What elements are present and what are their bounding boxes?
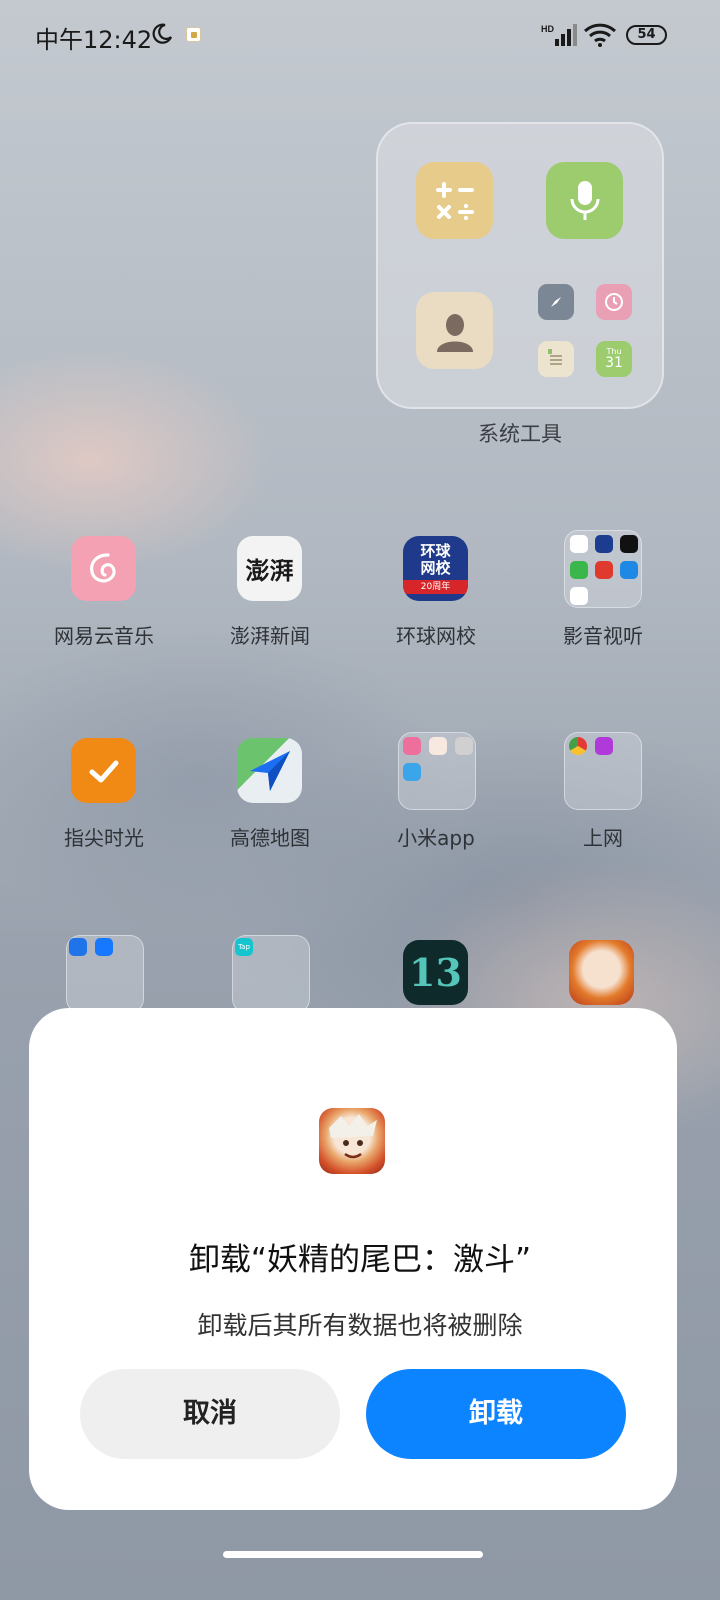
app-label: 网易云音乐 [54,624,154,648]
taptap-app-icon: Tap [235,938,253,956]
contacts-icon[interactable] [416,292,493,369]
folder-internet[interactable] [564,732,642,810]
zhijian-shiguang-app-icon[interactable] [71,738,136,803]
do-not-disturb-moon-icon [152,23,173,44]
folder-row3-2[interactable]: Tap [232,935,310,1013]
app-label: 指尖时光 [64,826,144,850]
blue-bird-app-icon [69,938,87,956]
thepaper-app-icon[interactable]: 澎湃 [237,536,302,601]
pink-app-icon [403,737,421,755]
cancel-button[interactable]: 取消 [80,1369,340,1459]
plus-app-icon [620,535,638,553]
game-13-app-icon[interactable]: 13 [403,940,468,1005]
hqwx-logo-text-mid: 网校 [420,559,451,577]
red-app-icon [595,561,613,579]
app-label: 高德地图 [230,826,310,850]
calculator-icon[interactable] [416,162,493,239]
notes-icon[interactable] [538,341,574,377]
recorder-icon[interactable] [546,162,623,239]
calendar-date-label: 31 [605,355,623,371]
hqwx-app-icon[interactable]: 环球 网校 20周年 [403,536,468,601]
folder-row3-1[interactable] [66,935,144,1013]
game-13-logo: 13 [409,950,462,995]
folder-media[interactable] [564,530,642,608]
hqwx-anniversary-badge: 20周年 [403,580,468,594]
netease-music-app-icon[interactable] [71,536,136,601]
home-gesture-bar[interactable] [223,1551,483,1558]
battery-indicator: 54 [626,25,667,45]
mi-app-icon [429,737,447,755]
blue-m-app-icon [95,938,113,956]
fairy-tail-app-icon [319,1108,385,1174]
gray-app-icon [455,737,473,755]
notification-app-icon [186,27,201,42]
douban-app-icon [570,561,588,579]
blue-app-icon [595,535,613,553]
app-label: 环球网校 [396,624,476,648]
green-app-icon [570,587,588,605]
app-label: 澎湃新闻 [230,624,310,648]
calendar-icon[interactable]: Thu 31 [596,341,632,377]
status-time: 中午12:42 [35,26,153,54]
folder-label: 影音视听 [563,624,643,648]
uninstall-button[interactable]: 卸载 [366,1369,626,1459]
folder-xiaomi-apps[interactable] [398,732,476,810]
folder-label: 小米app [397,826,475,850]
compass-icon[interactable] [538,284,574,320]
hqwx-logo-text-top: 环球 [420,542,451,560]
eye-app-icon [570,535,588,553]
folder-label-system-tools: 系统工具 [478,422,562,446]
folder-label: 上网 [583,826,623,850]
purple-app-icon [595,737,613,755]
network-hd-label: HD [541,24,554,34]
chrome-app-icon [569,737,587,755]
fairy-tail-app-icon[interactable] [569,940,634,1005]
clock-icon[interactable] [596,284,632,320]
wifi-icon [583,23,617,47]
amap-app-icon[interactable] [237,738,302,803]
cellular-signal-icon: HD [541,24,577,46]
folder-system-tools[interactable]: Thu 31 [376,122,664,409]
blue-circle-app-icon [403,763,421,781]
dialog-title: 卸载“妖精的尾巴：激斗” [188,1242,532,1278]
thepaper-logo-text: 澎湃 [245,556,294,585]
cyan-app-icon [620,561,638,579]
dialog-message: 卸载后其所有数据也将被删除 [197,1311,523,1340]
